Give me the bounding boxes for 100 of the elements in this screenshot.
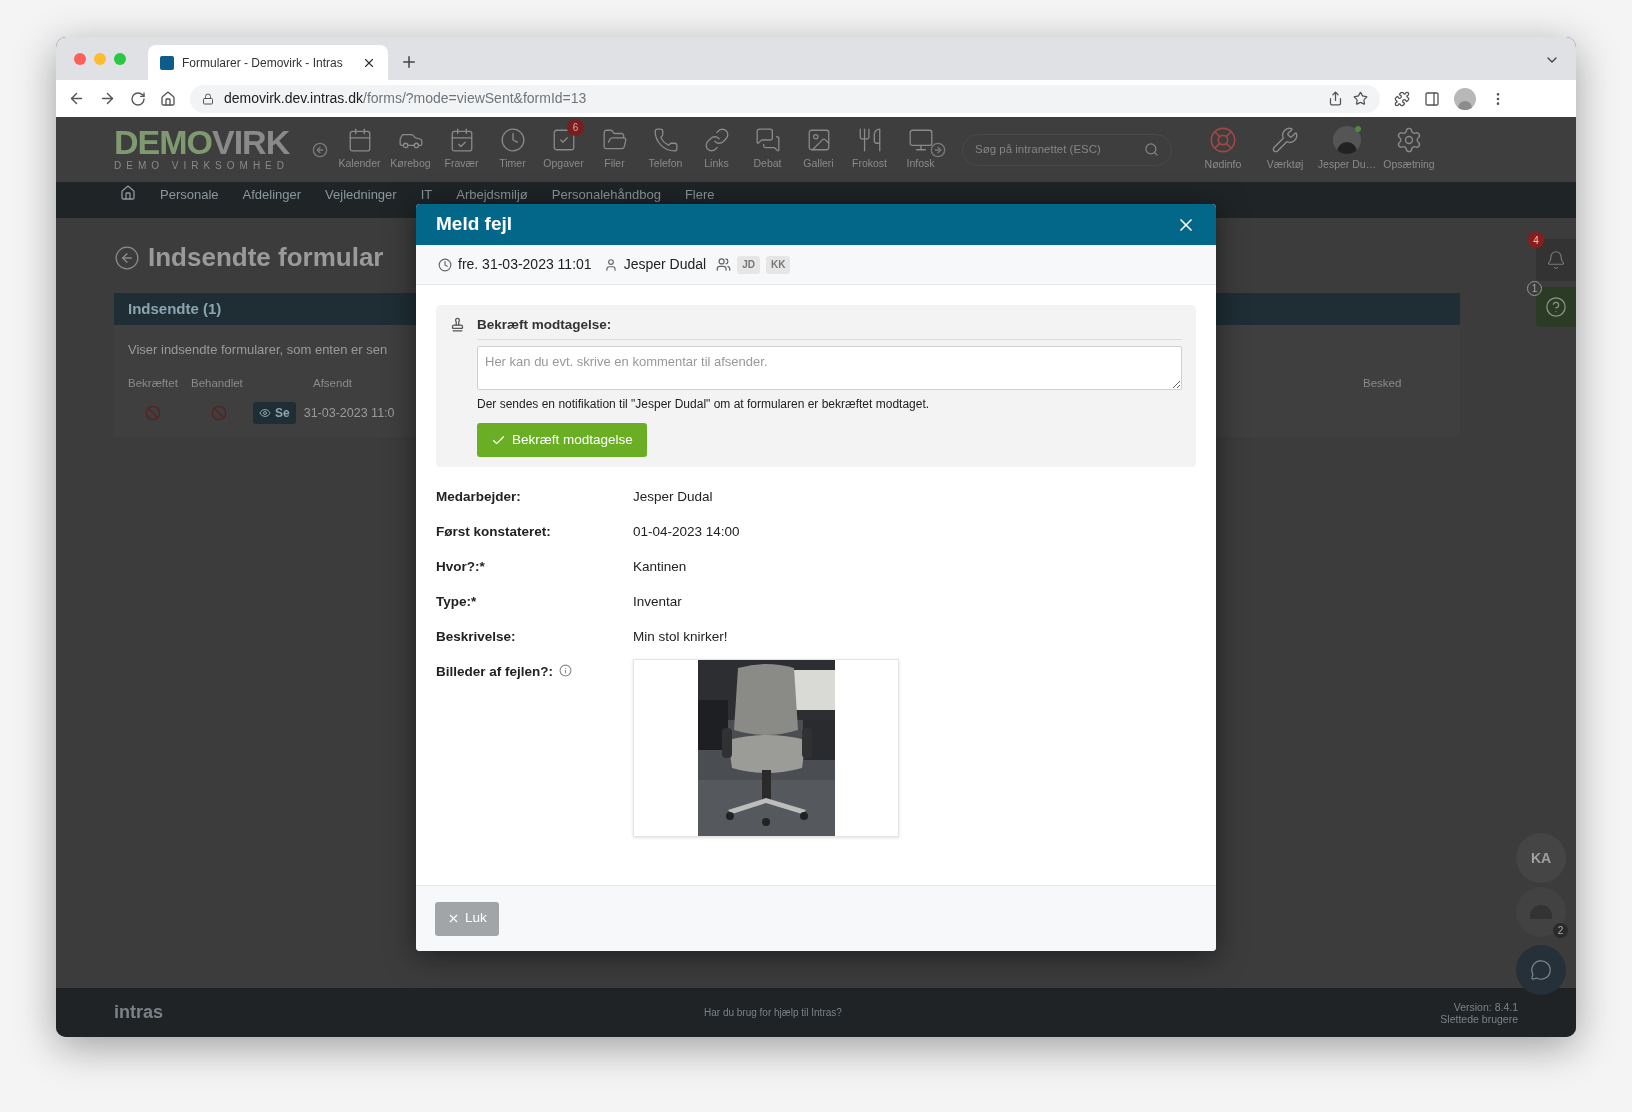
- home-icon[interactable]: [120, 185, 136, 201]
- chat-button[interactable]: [1516, 945, 1566, 995]
- forward-icon[interactable]: [99, 90, 116, 107]
- module-button[interactable]: Fravær: [436, 127, 487, 172]
- sent-date: 31-03-2023 11:0: [303, 404, 395, 422]
- page-title: Indsendte formular: [148, 241, 384, 274]
- back-icon[interactable]: [68, 90, 85, 107]
- footer-logo: intras: [114, 1001, 165, 1024]
- close-button[interactable]: Luk: [435, 901, 499, 936]
- dialog-title: Meld fejl: [436, 212, 513, 237]
- nav-link[interactable]: Afdelinger: [242, 185, 302, 205]
- help-button[interactable]: [1536, 287, 1576, 327]
- confirm-button[interactable]: Bekræft modtagelse: [477, 423, 647, 458]
- author-name: Jesper Dudal: [623, 255, 707, 274]
- settings-icon: [1395, 126, 1423, 155]
- tool-button[interactable]: Værktøj: [1254, 126, 1316, 173]
- field-value: Inventar: [633, 593, 682, 612]
- nav-link[interactable]: Vejledninger: [325, 185, 397, 205]
- field-label: Type:*: [436, 593, 477, 612]
- home-icon[interactable]: [160, 90, 176, 107]
- address-bar[interactable]: demovirk.dev.intras.dk/forms/?mode=viewSent&formId=13: [190, 84, 1380, 113]
- deleted-users-link[interactable]: Slettede brugere: [1440, 1012, 1518, 1025]
- scroll-right-icon[interactable]: [930, 141, 946, 158]
- bell-icon: [1546, 250, 1566, 270]
- tool-button[interactable]: Nødinfo: [1192, 126, 1254, 173]
- site-favicon-icon: [160, 55, 174, 70]
- module-button[interactable]: Kalender: [334, 127, 385, 172]
- module-button[interactable]: Debat: [742, 127, 793, 172]
- extensions-icon[interactable]: [1394, 90, 1410, 107]
- clock-icon: [499, 127, 526, 154]
- view-button[interactable]: Se: [253, 402, 296, 424]
- field-label: Hvor?:*: [436, 558, 485, 577]
- chat-icon: [1530, 959, 1552, 981]
- notification-badge: 6: [567, 119, 584, 137]
- intro-text: Viser indsendte formularer, som enten er sen: [128, 342, 388, 357]
- module-button[interactable]: Filer: [589, 127, 640, 172]
- field-value: Kantinen: [633, 558, 687, 577]
- nav-link[interactable]: Arbejdsmiljø: [456, 185, 528, 205]
- profile-avatar[interactable]: [1454, 87, 1476, 110]
- field-label: Beskrivelse:: [436, 628, 516, 647]
- user-icon: [603, 257, 618, 272]
- recipient-tag: JD: [737, 255, 760, 274]
- nav-link[interactable]: Personalehåndbog: [551, 185, 661, 205]
- confirm-label: Bekræft modtagelse:: [477, 315, 1182, 341]
- tool-button[interactable]: Jesper Du…: [1316, 126, 1378, 173]
- notification-count: 4: [1528, 232, 1544, 248]
- scroll-left-icon[interactable]: [312, 141, 328, 158]
- nav-link[interactable]: Personale: [160, 185, 219, 205]
- module-button[interactable]: Timer: [487, 127, 538, 172]
- phone-icon: [652, 127, 679, 154]
- module-button[interactable]: Telefon: [640, 127, 691, 172]
- column-header: Besked: [1363, 376, 1402, 392]
- user-avatar: [1333, 126, 1361, 155]
- back-icon[interactable]: [114, 244, 140, 271]
- tool-button[interactable]: Opsætning: [1378, 126, 1440, 173]
- field-value: 01-04-2023 14:00: [633, 523, 740, 542]
- nav-link[interactable]: Flere: [684, 185, 715, 205]
- column-header: Bekræftet: [128, 376, 179, 392]
- notification-note: Der sendes en notifikation til "Jesper Dudal" om at formularen er bekræftet modtaget.: [477, 396, 931, 414]
- tab-title: Formularer - Demovirk - Intras: [182, 54, 344, 72]
- bookmark-star-icon[interactable]: [1353, 91, 1368, 106]
- reload-icon[interactable]: [130, 90, 146, 107]
- image-frame[interactable]: [633, 659, 899, 838]
- search-icon: [1144, 142, 1159, 157]
- field-label: Først konstateret:: [436, 523, 551, 542]
- comment-field[interactable]: Her kan du evt. skrive en kommentar til afsender.: [477, 346, 1182, 391]
- lifebuoy-icon: [1209, 126, 1237, 155]
- info-icon[interactable]: [559, 664, 573, 678]
- share-icon[interactable]: [1328, 91, 1343, 106]
- help-count: 1: [1527, 281, 1542, 296]
- lock-icon: [202, 92, 214, 105]
- version-text: Version: 8.4.1: [1453, 1000, 1518, 1013]
- logo-subtitle: DEMO VIRKSOMHED: [114, 159, 290, 173]
- nav-link[interactable]: IT: [420, 185, 433, 205]
- side-panel-icon[interactable]: [1424, 90, 1440, 107]
- module-button[interactable]: Frokost: [844, 127, 895, 172]
- field-value: Min stol knirker!: [633, 628, 728, 647]
- module-button[interactable]: Galleri: [793, 127, 844, 172]
- chat-avatar[interactable]: KA: [1516, 833, 1566, 883]
- module-button[interactable]: Infosk: [895, 127, 946, 172]
- field-value: Jesper Dudal: [633, 488, 713, 507]
- close-icon: [447, 912, 460, 925]
- browser-tab[interactable]: Formularer - Demovirk - Intras: [148, 45, 388, 80]
- eye-icon: [259, 407, 271, 419]
- clock-icon: [438, 257, 452, 272]
- field-label: Medarbejder:: [436, 488, 521, 507]
- group-count: 2: [1553, 923, 1568, 938]
- sent-date: fre. 31-03-2023 11:01: [458, 255, 592, 274]
- module-button[interactable]: Kørebog: [385, 127, 436, 172]
- url-text: demovirk.dev.intras.dk/forms/?mode=viewSent&formId=13: [224, 89, 587, 108]
- column-header: Behandlet: [191, 376, 244, 392]
- logo-text: DEMOVIRK: [114, 126, 291, 158]
- help-icon: [1545, 296, 1567, 318]
- recipient-tag: KK: [765, 255, 791, 274]
- column-header: Afsendt: [313, 376, 353, 392]
- module-button[interactable]: Links: [691, 127, 742, 172]
- new-tab-icon[interactable]: [400, 53, 418, 71]
- help-link[interactable]: Har du brug for hjælp til Intras?: [704, 1005, 1441, 1020]
- wrench-icon: [1271, 126, 1299, 155]
- stamp-icon: [450, 317, 465, 332]
